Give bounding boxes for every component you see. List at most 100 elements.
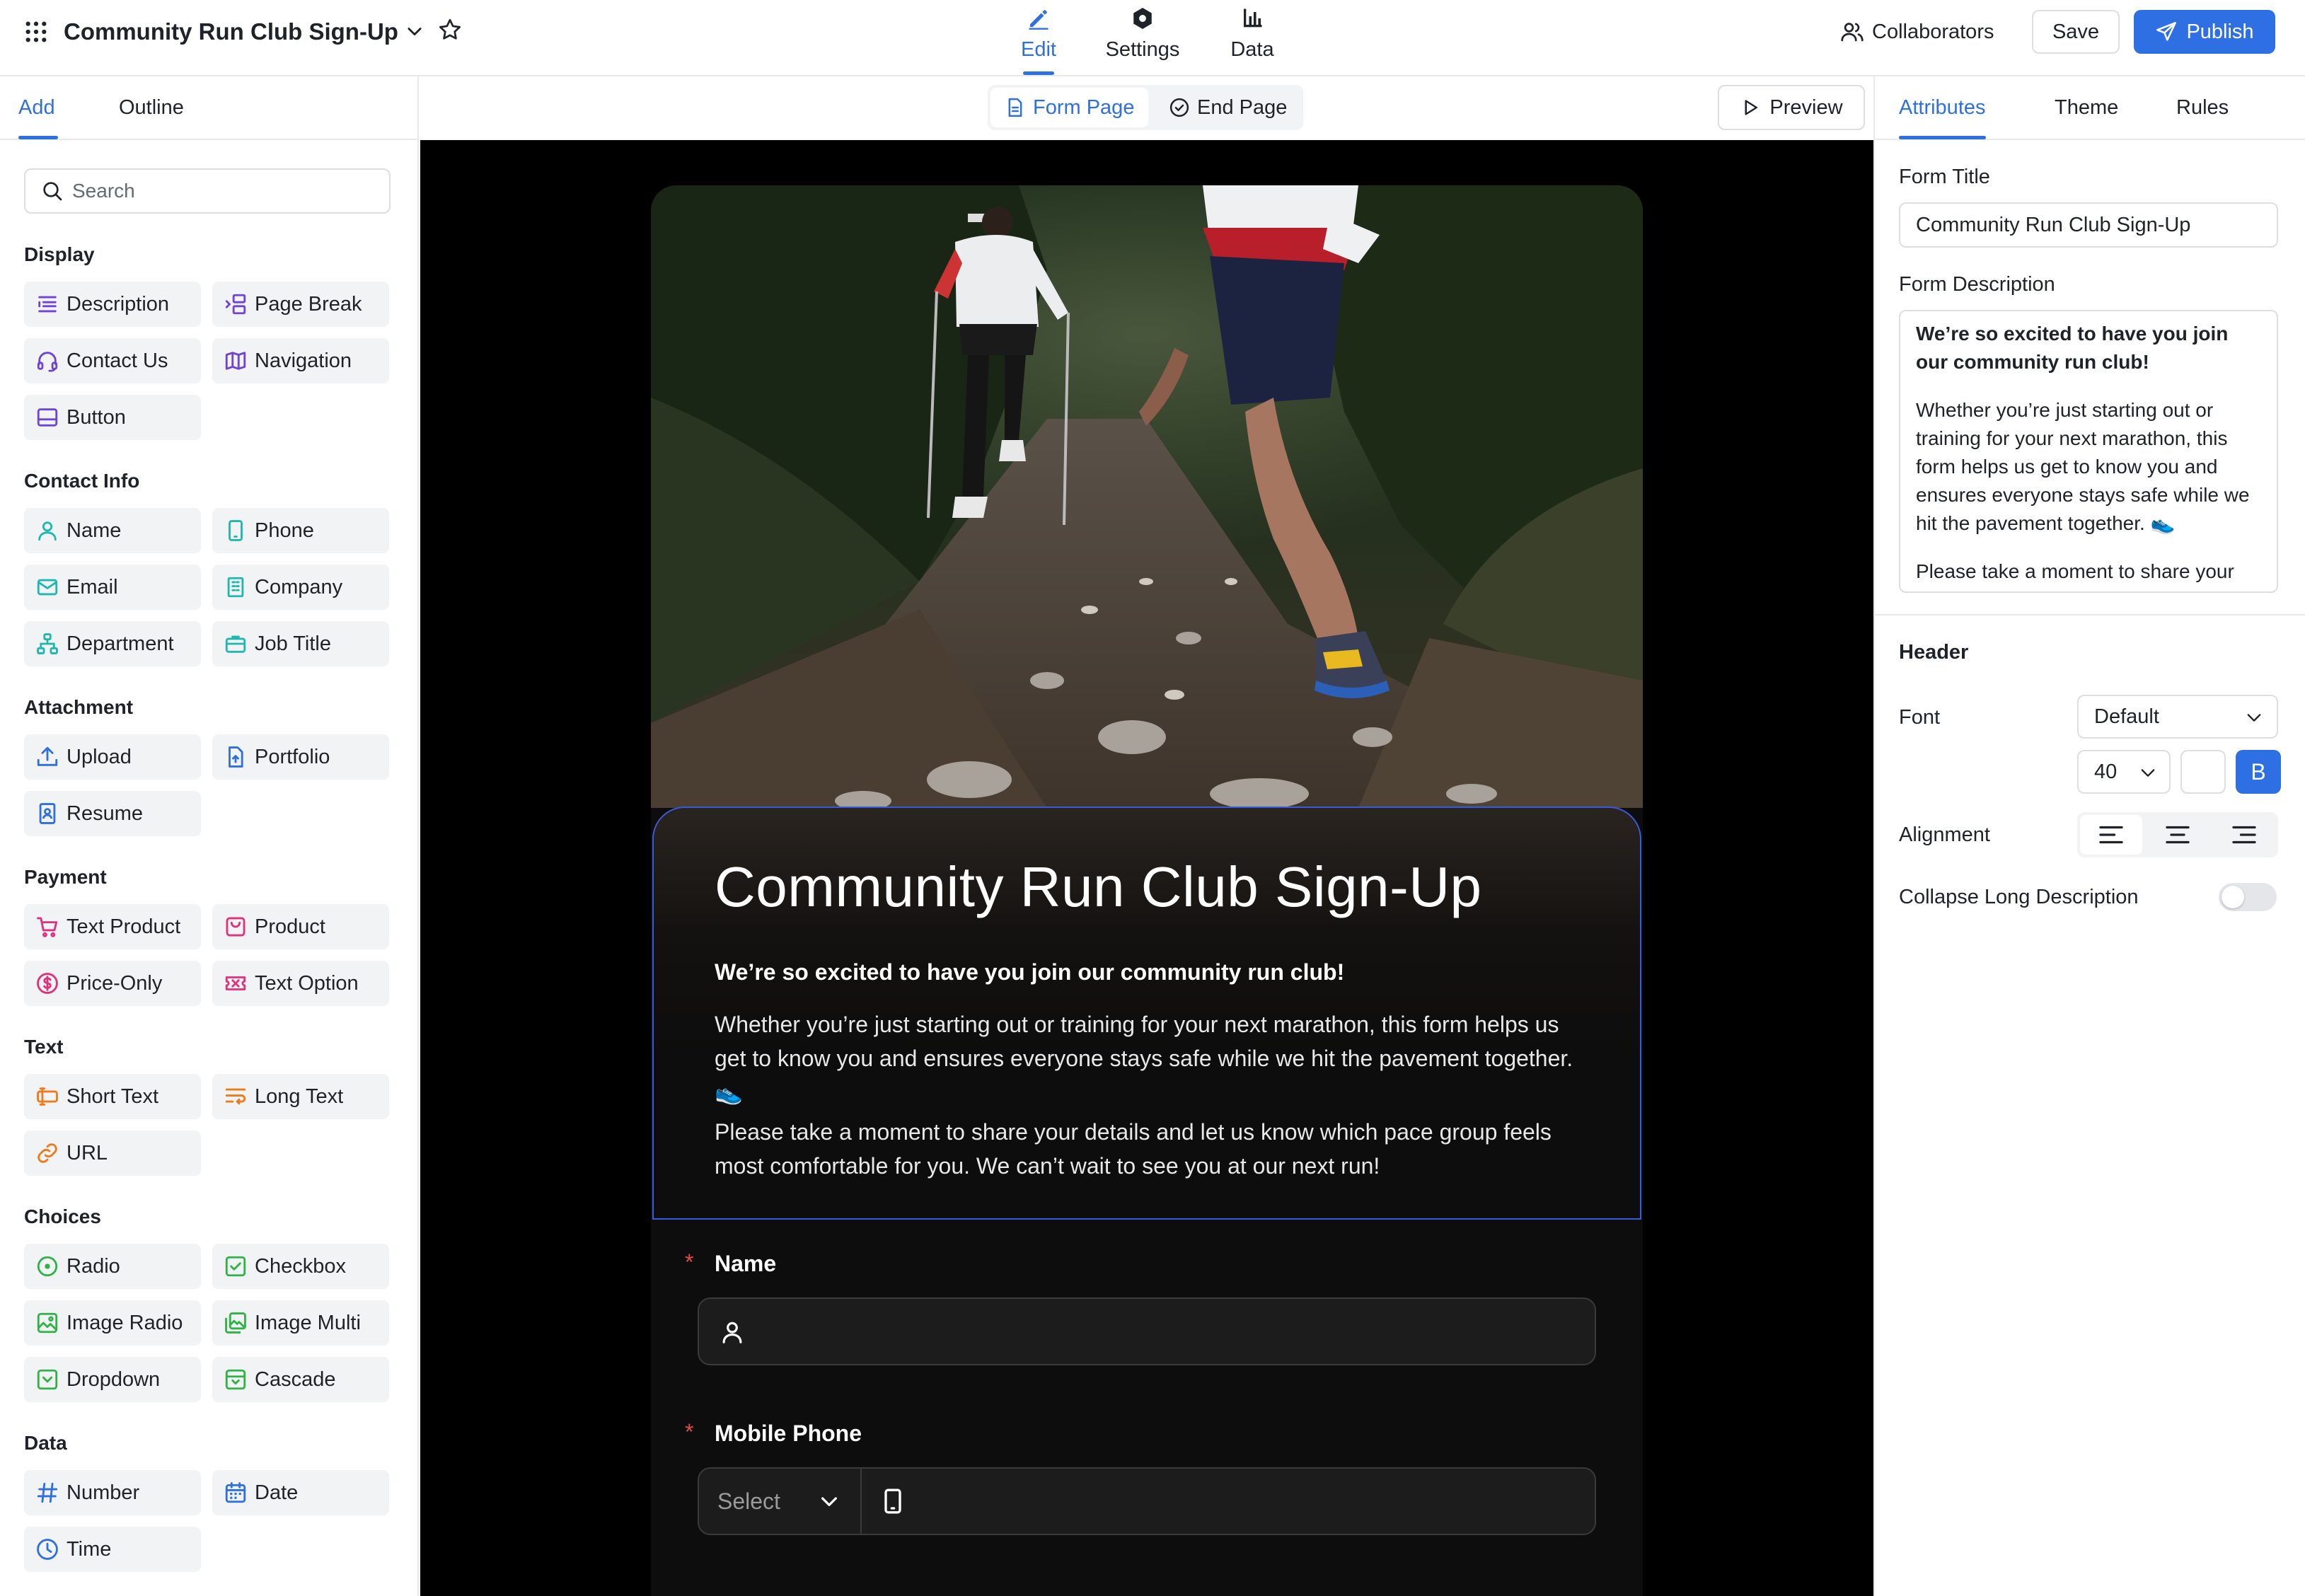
- long-text-icon: [225, 1088, 246, 1105]
- name-field-input[interactable]: [698, 1297, 1596, 1365]
- section-choices-title: Choices: [24, 1205, 101, 1227]
- add-page-break-field[interactable]: Page Break: [212, 282, 389, 327]
- section-attachment-title: Attachment: [24, 696, 134, 718]
- add-long-text-field[interactable]: Long Text: [212, 1074, 389, 1119]
- add-image-radio-field[interactable]: Image Radio: [24, 1300, 201, 1346]
- add-company-field[interactable]: Company: [212, 565, 389, 610]
- add-product-field[interactable]: Product: [212, 904, 389, 949]
- form-title-input[interactable]: Community Run Club Sign-Up: [1899, 202, 2278, 248]
- chip-label: Product: [255, 915, 325, 938]
- end-page-tab[interactable]: End Page: [1155, 88, 1301, 127]
- collapse-description-toggle[interactable]: [2219, 883, 2277, 911]
- org-chart-icon: [37, 633, 58, 654]
- add-button-field[interactable]: Button: [24, 395, 201, 440]
- add-text-option-field[interactable]: Text Option: [212, 961, 389, 1006]
- chip-label: Job Title: [255, 632, 331, 655]
- add-job-title-field[interactable]: Job Title: [212, 621, 389, 666]
- add-name-field[interactable]: Name: [24, 508, 201, 553]
- tab-edit[interactable]: Edit: [1003, 0, 1074, 75]
- alignment-group: [2077, 812, 2278, 857]
- form-preview-card: Community Run Club Sign-Up We’re so exci…: [651, 185, 1643, 1596]
- add-description-field[interactable]: Description: [24, 282, 201, 327]
- star-icon[interactable]: [437, 17, 463, 42]
- tab-data-label: Data: [1230, 38, 1274, 61]
- add-radio-field[interactable]: Radio: [24, 1244, 201, 1289]
- add-number-field[interactable]: Number: [24, 1470, 201, 1515]
- form-title: Community Run Club Sign-Up: [715, 855, 1482, 918]
- add-dropdown-field[interactable]: Dropdown: [24, 1357, 201, 1402]
- apps-grid-icon[interactable]: [24, 20, 48, 44]
- form-name-title[interactable]: Community Run Club Sign-Up: [64, 16, 398, 48]
- add-cascade-field[interactable]: Cascade: [212, 1357, 389, 1402]
- add-short-text-field[interactable]: Short Text: [24, 1074, 201, 1119]
- form-header-block[interactable]: Community Run Club Sign-Up We’re so exci…: [652, 806, 1641, 1220]
- font-color-swatch[interactable]: [2180, 750, 2226, 794]
- publish-button[interactable]: Publish: [2134, 10, 2275, 54]
- form-title-label: Form Title: [1899, 166, 1990, 188]
- tab-rules[interactable]: Rules: [2176, 93, 2229, 122]
- form-description-paragraph-1: Whether you’re just starting out or trai…: [715, 1012, 1573, 1105]
- search-input[interactable]: [72, 180, 383, 202]
- user-icon: [38, 521, 57, 541]
- font-size-select[interactable]: 40: [2077, 750, 2171, 794]
- form-page-tab[interactable]: Form Page: [990, 88, 1149, 127]
- form-description-editor[interactable]: We’re so excited to have you join our co…: [1899, 310, 2278, 593]
- document-icon: [1008, 98, 1022, 117]
- align-left-icon: [2099, 826, 2123, 844]
- search-box[interactable]: [24, 168, 391, 214]
- briefcase-icon: [225, 635, 246, 653]
- tab-theme[interactable]: Theme: [2055, 93, 2118, 122]
- add-text-product-field[interactable]: Text Product: [24, 904, 201, 949]
- add-date-field[interactable]: Date: [212, 1470, 389, 1515]
- section-text-title: Text: [24, 1036, 64, 1058]
- alignment-label: Alignment: [1899, 823, 1990, 846]
- add-image-multi-field[interactable]: Image Multi: [212, 1300, 389, 1346]
- collaborators-button[interactable]: Collaborators: [1839, 17, 1994, 47]
- description-bold-text: We’re so excited to have you join our co…: [1916, 323, 2229, 373]
- add-url-field[interactable]: URL: [24, 1130, 201, 1176]
- add-time-field[interactable]: Time: [24, 1527, 201, 1572]
- country-code-select[interactable]: Select: [699, 1469, 862, 1534]
- phone-icon[interactable]: [879, 1487, 907, 1515]
- chip-label: Text Option: [255, 971, 359, 995]
- add-portfolio-field[interactable]: Portfolio: [212, 734, 389, 780]
- add-upload-field[interactable]: Upload: [24, 734, 201, 780]
- chip-label: Page Break: [255, 292, 362, 316]
- save-button[interactable]: Save: [2032, 10, 2120, 54]
- chip-label: Upload: [67, 745, 132, 768]
- search-icon: [43, 182, 62, 201]
- check-circle-icon: [1169, 98, 1189, 117]
- add-resume-field[interactable]: Resume: [24, 791, 201, 836]
- tab-outline[interactable]: Outline: [119, 93, 184, 122]
- add-checkbox-field[interactable]: Checkbox: [212, 1244, 389, 1289]
- align-center-button[interactable]: [2147, 815, 2209, 855]
- hero-image[interactable]: [651, 185, 1643, 808]
- add-email-field[interactable]: Email: [24, 565, 201, 610]
- chevron-down-icon[interactable]: [405, 21, 424, 41]
- form-canvas: Community Run Club Sign-Up We’re so exci…: [420, 140, 1873, 1596]
- align-right-icon: [2232, 826, 2256, 844]
- canvas-toolbar: Form Page End Page Preview: [420, 76, 1873, 140]
- tab-attributes[interactable]: Attributes: [1899, 93, 1986, 139]
- add-price-only-field[interactable]: Price-Only: [24, 961, 201, 1006]
- tab-settings[interactable]: Settings: [1095, 0, 1190, 75]
- tab-edit-label: Edit: [1021, 38, 1056, 61]
- collaborators-label: Collaborators: [1872, 20, 1994, 43]
- chip-label: Navigation: [255, 349, 352, 372]
- tab-data[interactable]: Data: [1208, 0, 1296, 75]
- add-navigation-field[interactable]: Navigation: [212, 338, 389, 383]
- preview-button[interactable]: Preview: [1718, 85, 1865, 130]
- align-right-button[interactable]: [2213, 815, 2275, 855]
- tab-add[interactable]: Add: [18, 93, 58, 139]
- add-phone-field[interactable]: Phone: [212, 508, 389, 553]
- font-select[interactable]: Default: [2077, 695, 2278, 739]
- bag-icon: [226, 917, 245, 937]
- add-contact-us-field[interactable]: Contact Us: [24, 338, 201, 383]
- link-icon: [37, 1143, 57, 1163]
- cart-icon: [37, 917, 58, 937]
- button-icon: [37, 408, 58, 427]
- align-left-button[interactable]: [2080, 815, 2142, 855]
- chip-label: Resume: [67, 802, 143, 825]
- bold-toggle-button[interactable]: B: [2236, 750, 2281, 794]
- add-department-field[interactable]: Department: [24, 621, 201, 666]
